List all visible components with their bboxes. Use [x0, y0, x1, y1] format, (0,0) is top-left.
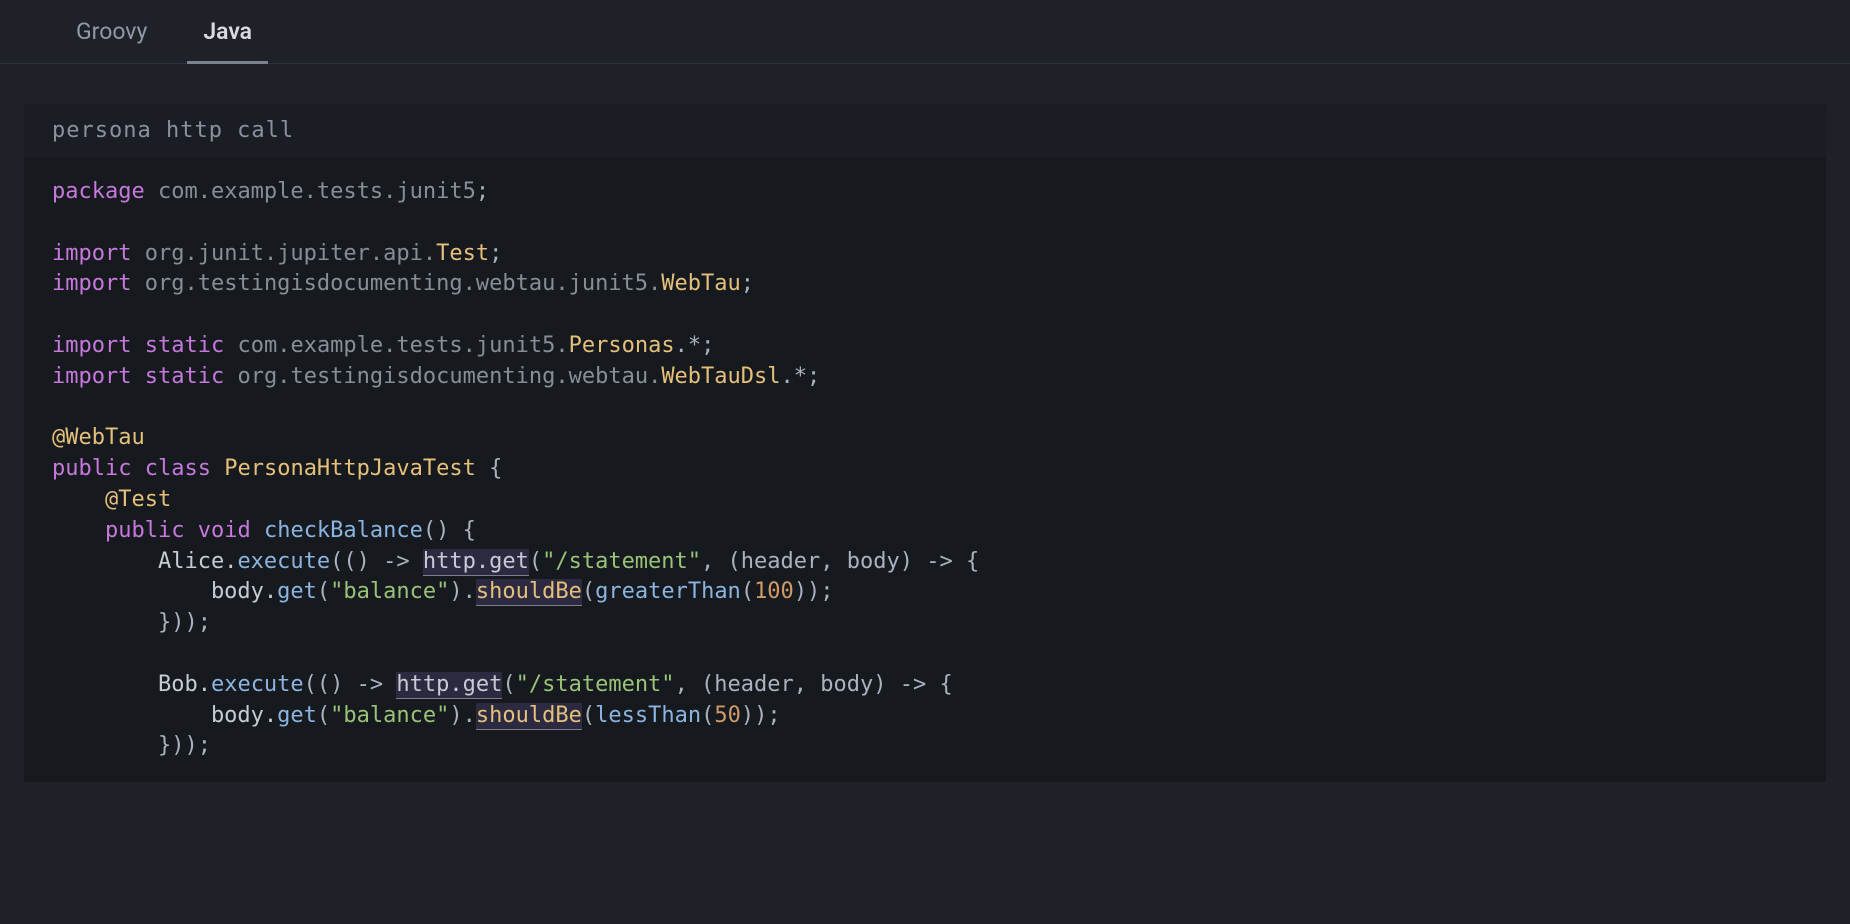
code-token: http.get — [423, 549, 529, 576]
code-token: ( — [701, 703, 714, 728]
code-token: PersonaHttpJavaTest — [224, 456, 476, 481]
code-token: "/statement" — [516, 672, 675, 697]
code-token: ; — [489, 241, 502, 266]
code-token: ( — [582, 579, 595, 604]
code-token — [52, 487, 105, 512]
code-token: shouldBe — [476, 579, 582, 606]
code-token: "balance" — [330, 703, 449, 728]
code-token — [131, 456, 144, 481]
code-token: Alice. — [52, 549, 237, 574]
code-token — [184, 518, 197, 543]
tabs-bar: Groovy Java — [0, 0, 1850, 64]
code-token: body. — [52, 579, 277, 604]
code-token: @WebTau — [52, 425, 145, 450]
code-token: , (header, body) -> { — [675, 672, 953, 697]
code-token: 50 — [714, 703, 741, 728]
code-token: })); — [52, 733, 211, 758]
code-token — [251, 518, 264, 543]
code-token: ; — [741, 271, 754, 296]
code-token: ( — [529, 549, 542, 574]
code-token: import — [52, 271, 131, 296]
code-token: com.example.tests.junit5. — [237, 333, 568, 358]
code-token — [131, 333, 144, 358]
code-token — [224, 333, 237, 358]
code-token: com.example.tests.junit5 — [158, 179, 476, 204]
code-token: @Test — [105, 487, 171, 512]
code-token: org.testingisdocumenting.webtau. — [237, 364, 661, 389]
code-token: get — [277, 703, 317, 728]
code-token: class — [145, 456, 211, 481]
code-token: "/statement" — [542, 549, 701, 574]
code-token: Bob. — [52, 672, 211, 697]
code-token — [52, 518, 105, 543]
code-token — [224, 364, 237, 389]
tab-java[interactable]: Java — [175, 0, 280, 63]
code-token: ( — [317, 579, 330, 604]
code-token: WebTauDsl — [661, 364, 780, 389]
code-token: import — [52, 241, 131, 266]
code-token: ). — [449, 579, 476, 604]
code-token: (() -> — [330, 549, 423, 574]
code-token: 100 — [754, 579, 794, 604]
code-token: .*; — [675, 333, 715, 358]
code-token: static — [145, 364, 224, 389]
code-token: Personas — [569, 333, 675, 358]
code-token: get — [277, 579, 317, 604]
code-token: void — [198, 518, 251, 543]
code-token: ( — [582, 703, 595, 728]
code-token: org.junit.jupiter.api. — [145, 241, 436, 266]
code-token: execute — [237, 549, 330, 574]
code-token: import — [52, 333, 131, 358]
code-token: static — [145, 333, 224, 358]
code-token: , (header, body) -> { — [701, 549, 979, 574]
code-token: http.get — [396, 672, 502, 699]
code-token — [211, 456, 224, 481]
code-container: persona http call package com.example.te… — [24, 104, 1826, 782]
code-token — [145, 179, 158, 204]
code-token: ). — [449, 703, 476, 728]
code-token: )); — [794, 579, 834, 604]
code-token: lessThan — [595, 703, 701, 728]
code-title: persona http call — [24, 104, 1826, 157]
code-token: shouldBe — [476, 703, 582, 730]
code-token: { — [476, 456, 503, 481]
code-token: import — [52, 364, 131, 389]
code-token: (() -> — [304, 672, 397, 697]
code-token: ( — [741, 579, 754, 604]
code-token: Test — [436, 241, 489, 266]
code-token — [131, 241, 144, 266]
code-token: ( — [502, 672, 515, 697]
code-token: "balance" — [330, 579, 449, 604]
code-token: public — [105, 518, 184, 543]
code-block: package com.example.tests.junit5; import… — [24, 157, 1826, 782]
code-token: ; — [476, 179, 489, 204]
code-token: package — [52, 179, 145, 204]
code-token: execute — [211, 672, 304, 697]
code-token: checkBalance — [264, 518, 423, 543]
code-token: greaterThan — [595, 579, 741, 604]
code-token: () { — [423, 518, 476, 543]
code-token: ( — [317, 703, 330, 728]
code-token: .*; — [781, 364, 821, 389]
code-token: WebTau — [661, 271, 740, 296]
code-token: })); — [52, 610, 211, 635]
code-token: body. — [52, 703, 277, 728]
code-token: org.testingisdocumenting.webtau.junit5. — [145, 271, 662, 296]
tab-groovy[interactable]: Groovy — [48, 0, 175, 63]
code-token — [131, 364, 144, 389]
code-token: )); — [741, 703, 781, 728]
code-token: public — [52, 456, 131, 481]
code-token — [131, 271, 144, 296]
